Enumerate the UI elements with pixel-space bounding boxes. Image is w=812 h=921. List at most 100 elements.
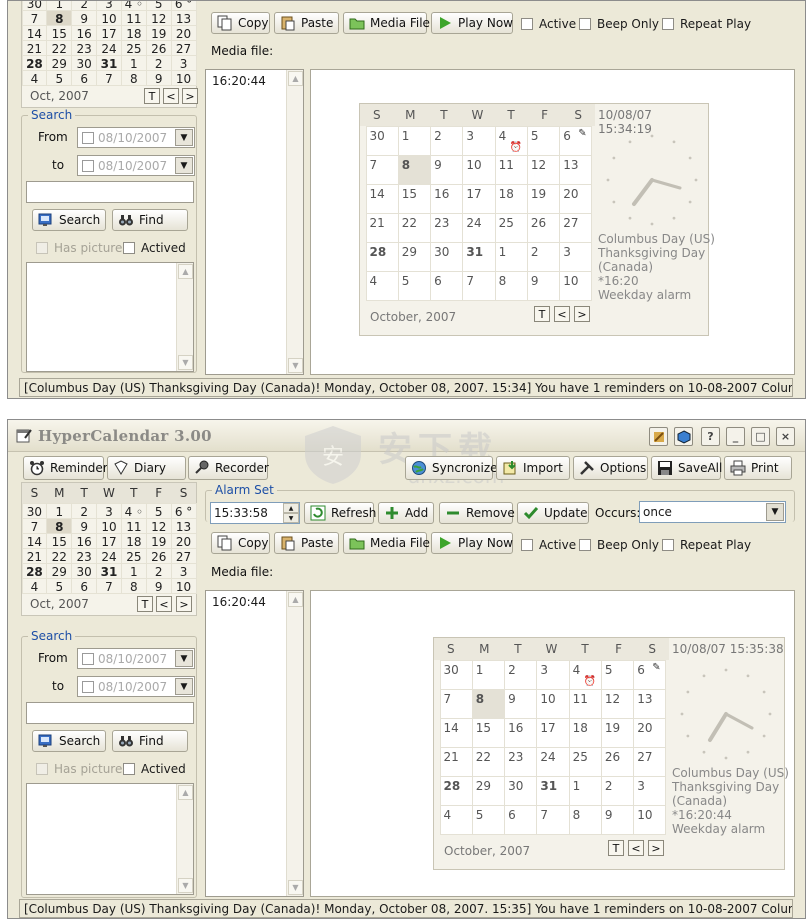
calendar-day[interactable]: 13 (170, 517, 197, 534)
chevron-down-icon[interactable]: ▼ (175, 157, 193, 174)
calendar-day[interactable]: 10 (96, 517, 122, 534)
reminder-time-item[interactable]: 16:20:44 (212, 74, 266, 88)
calendar-day[interactable]: 8 (494, 270, 528, 301)
calendar-day[interactable]: 4 (365, 270, 399, 301)
active-checkbox[interactable]: Active (521, 17, 576, 31)
close-icon[interactable]: × (776, 427, 795, 446)
calendar-day[interactable]: 1 (46, 502, 73, 519)
beep-only-checkbox[interactable]: Beep Only (579, 538, 659, 552)
calendar-day[interactable]: 5 (46, 69, 73, 86)
calendar-day[interactable]: 9 (600, 804, 635, 835)
calendar-day[interactable]: 24 (96, 547, 122, 564)
calendar-day[interactable]: 29 (46, 54, 73, 71)
calendar-day[interactable]: 24 (462, 212, 496, 243)
scrollbar[interactable]: ▲ ▼ (286, 591, 303, 896)
calendar-day[interactable]: 30 (439, 659, 473, 690)
scrollbar[interactable]: ▲ ▼ (286, 70, 303, 374)
calendar-day[interactable]: 10 (462, 154, 496, 185)
actived-checkbox[interactable]: Actived (123, 241, 186, 255)
calendar-day[interactable]: 23 (504, 746, 538, 777)
chevron-down-icon[interactable]: ▼ (175, 129, 193, 146)
calendar-day[interactable]: 6 (71, 577, 98, 594)
calendar-day[interactable]: 24 (96, 39, 122, 56)
next-month-button[interactable]: > (648, 840, 664, 856)
has-picture-checkbox[interactable]: Has picture (36, 762, 122, 776)
calendar-day[interactable]: 2 (145, 562, 172, 579)
calendar-day[interactable]: 27 (559, 212, 593, 243)
calendar-day[interactable]: 18 (568, 717, 602, 748)
calendar-day[interactable]: 10 (633, 804, 667, 835)
calendar-day[interactable]: 21 (439, 746, 473, 777)
calendar-day[interactable]: 7 (21, 9, 48, 26)
calendar-day[interactable]: 10 (96, 9, 122, 26)
calendar-day[interactable]: 4 (21, 577, 48, 594)
calendar-day[interactable]: 7 (439, 688, 473, 719)
calendar-day[interactable]: 6 ✎ (559, 125, 593, 156)
occurs-select[interactable]: once ▼ (639, 501, 786, 523)
tab-diary[interactable]: Diary (107, 456, 186, 480)
prev-month-button[interactable]: < (156, 596, 172, 612)
chevron-down-icon[interactable]: ▼ (175, 650, 193, 667)
calendar-day[interactable]: 11 (120, 9, 147, 26)
scroll-up-icon[interactable]: ▲ (288, 71, 303, 86)
calendar-day[interactable]: 8 (120, 69, 147, 86)
calendar-day[interactable]: 1 (397, 125, 432, 156)
calendar-day[interactable]: 19 (526, 183, 561, 214)
calendar-day[interactable]: 25 (120, 547, 147, 564)
calendar-day[interactable]: 15 (397, 183, 432, 214)
calendar-day[interactable]: 7 (96, 69, 122, 86)
calendar-day[interactable]: 3 (170, 562, 197, 579)
calendar-day[interactable]: 12 (600, 688, 635, 719)
calendar-day[interactable]: 5 (471, 804, 506, 835)
calendar-day[interactable]: 17 (96, 24, 122, 41)
search-button[interactable]: Search (32, 730, 106, 752)
calendar-day[interactable]: 17 (536, 717, 570, 748)
calendar-day[interactable]: 4 (439, 804, 473, 835)
calendar-day[interactable]: 5 (526, 125, 561, 156)
spin-down-icon[interactable]: ▼ (283, 513, 299, 523)
calendar-day[interactable]: 3 (536, 659, 570, 690)
calendar-day[interactable]: 6 ✎ (633, 659, 667, 690)
calendar-day[interactable]: 30 (71, 562, 98, 579)
calendar-day[interactable]: 4 (21, 69, 48, 86)
calendar-day[interactable]: 28 (365, 241, 399, 272)
tab-reminder[interactable]: Reminder (23, 456, 108, 480)
calendar-day[interactable]: 21 (21, 547, 48, 564)
calendar-day[interactable]: 19 (145, 24, 172, 41)
search-button[interactable]: Search (32, 209, 106, 231)
calendar-day[interactable]: 15 (46, 24, 73, 41)
calendar-day[interactable]: 9 (71, 517, 98, 534)
update-button[interactable]: Update (517, 502, 589, 524)
calendar-day[interactable]: 30 (365, 125, 399, 156)
calendar-day[interactable]: 17 (96, 532, 122, 549)
calendar-day[interactable]: 30 (430, 241, 464, 272)
repeat-play-checkbox[interactable]: Repeat Play (662, 538, 751, 552)
search-input[interactable] (26, 702, 194, 724)
calendar-day[interactable]: 25 (568, 746, 602, 777)
calendar-day[interactable]: 6 (430, 270, 464, 301)
minimize-icon[interactable]: _ (726, 427, 745, 446)
calendar-day[interactable]: 6 (504, 804, 538, 835)
prev-month-button[interactable]: < (554, 306, 570, 322)
options-button[interactable]: Options (573, 456, 648, 480)
calendar-day[interactable]: 5 (46, 577, 73, 594)
calendar-day[interactable]: 4 ⏰ (568, 659, 602, 690)
skin-icon[interactable] (649, 427, 668, 446)
calendar-day[interactable]: 6 (71, 69, 98, 86)
calendar-day[interactable]: 2 (430, 125, 464, 156)
chevron-down-icon[interactable]: ▼ (175, 678, 193, 695)
calendar-day[interactable]: 1 (568, 775, 602, 806)
calendar-day[interactable]: 18 (120, 532, 147, 549)
copy-button[interactable]: Copy (211, 532, 270, 554)
calendar-day[interactable]: 29 (471, 775, 506, 806)
calendar-day[interactable]: 5 (145, 502, 172, 519)
calendar-day[interactable]: 9 (504, 688, 538, 719)
calendar-day[interactable]: 10 (536, 688, 570, 719)
calendar-day[interactable]: 31 (462, 241, 496, 272)
from-date-checkbox[interactable] (82, 652, 94, 665)
search-results-list[interactable]: ▲ ▼ (26, 262, 194, 372)
repeat-play-checkbox[interactable]: Repeat Play (662, 17, 751, 31)
calendar-day[interactable]: 20 (559, 183, 593, 214)
calendar-day[interactable]: 15 (46, 532, 73, 549)
calendar-day[interactable]: 21 (21, 39, 48, 56)
